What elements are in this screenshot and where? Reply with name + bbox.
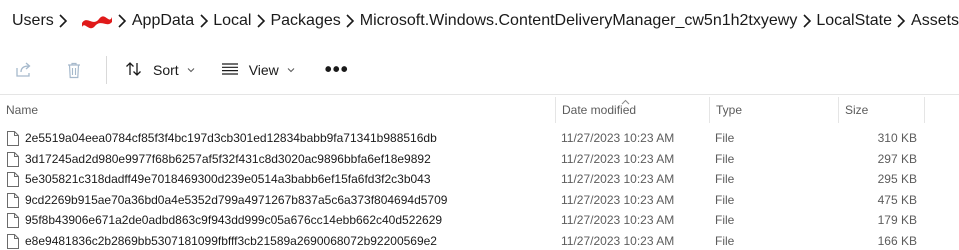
column-divider[interactable] [555,97,556,123]
breadcrumb-item-packages[interactable]: Packages [270,12,340,30]
file-size: 297 KB [877,151,917,166]
file-name: 9cd2269b915ae70a36bd0a4e5352d799a4971267… [25,192,448,207]
column-divider[interactable] [838,97,839,123]
view-list-icon [221,62,239,79]
breadcrumb-item-local[interactable]: Local [213,12,251,30]
column-date-header[interactable]: Date modified [562,97,636,123]
file-size: 179 KB [877,213,917,227]
chevron-right-icon [797,14,816,28]
column-header: Name Date modified Type Size [0,97,959,123]
file-date: 11/27/2023 10:23 AM [561,233,675,248]
chevron-down-icon [187,67,195,73]
file-row[interactable]: 9cd2269b915ae70a36bd0a4e5352d799a4971267… [0,190,959,211]
more-options-button[interactable]: ••• [313,52,361,88]
file-row[interactable]: 95f8b43906e671a2de0adbd863c9f943dd999c05… [0,210,959,231]
redacted-username[interactable] [81,13,113,29]
file-size: 310 KB [877,131,917,145]
file-type: File [715,172,735,186]
breadcrumb-item-assets[interactable]: Assets [911,12,959,30]
file-date: 11/27/2023 10:23 AM [561,151,675,166]
column-size-header[interactable]: Size [845,97,868,123]
file-icon [7,213,19,228]
toolbar-separator [0,94,959,95]
column-divider[interactable] [709,97,710,123]
file-size: 295 KB [877,172,917,186]
breadcrumb-item-appdata[interactable]: AppData [132,12,194,30]
breadcrumb-item-localstate[interactable]: LocalState [816,12,892,30]
breadcrumb: Users AppData Local Packages Microsoft.W… [0,0,959,42]
breadcrumb-item-users[interactable]: Users [0,12,54,30]
chevron-right-icon [251,14,270,28]
chevron-right-icon [892,14,911,28]
file-type: File [715,151,735,166]
column-name-header[interactable]: Name [6,97,38,123]
file-type: File [715,213,735,227]
file-list: 2e5519a04eea0784cf85f3f4bc197d3cb301ed12… [0,128,959,250]
chevron-right-icon [113,14,132,28]
sort-button[interactable]: Sort [117,52,203,88]
file-name: 3d17245ad2d980e9977f68b6257af5f32f431c8d… [25,151,431,166]
file-date: 11/27/2023 10:23 AM [561,213,675,227]
command-bar: Sort View ••• [0,48,959,92]
column-divider[interactable] [924,97,925,123]
share-icon[interactable] [6,52,42,88]
sort-icon [125,61,143,80]
chevron-down-icon [287,67,295,73]
breadcrumb-item-contentdeliverymanager[interactable]: Microsoft.Windows.ContentDeliveryManager… [360,12,798,30]
view-button[interactable]: View [213,52,303,88]
file-row[interactable]: 3d17245ad2d980e9977f68b6257af5f32f431c8d… [0,149,959,170]
chevron-right-icon [194,14,213,28]
file-size: 166 KB [877,233,917,248]
file-icon [7,151,19,167]
sort-label: Sort [153,62,179,78]
file-date: 11/27/2023 10:23 AM [561,192,675,207]
file-date: 11/27/2023 10:23 AM [561,172,675,186]
chevron-right-icon [54,14,73,28]
file-name: 2e5519a04eea0784cf85f3f4bc197d3cb301ed12… [25,131,437,145]
file-icon [7,172,19,187]
file-name: 5e305821c318dadff49e7018469300d239e0514a… [25,172,431,186]
file-icon [7,192,19,208]
file-row[interactable]: 2e5519a04eea0784cf85f3f4bc197d3cb301ed12… [0,128,959,149]
toolbar-divider [106,56,107,84]
file-icon [7,131,19,146]
file-date: 11/27/2023 10:23 AM [561,131,675,145]
file-name: 95f8b43906e671a2de0adbd863c9f943dd999c05… [25,213,443,227]
chevron-right-icon [341,14,360,28]
file-icon [7,233,19,249]
file-type: File [715,131,735,145]
view-label: View [248,62,279,78]
file-type: File [715,233,735,248]
file-name: e8e9481836c2b2869bb5307181099fbfff3cb215… [25,233,437,248]
file-type: File [715,192,735,207]
column-type-header[interactable]: Type [716,97,742,123]
trash-icon[interactable] [56,52,92,88]
file-row[interactable]: e8e9481836c2b2869bb5307181099fbfff3cb215… [0,231,959,250]
file-size: 475 KB [877,192,917,207]
file-row[interactable]: 5e305821c318dadff49e7018469300d239e0514a… [0,169,959,190]
